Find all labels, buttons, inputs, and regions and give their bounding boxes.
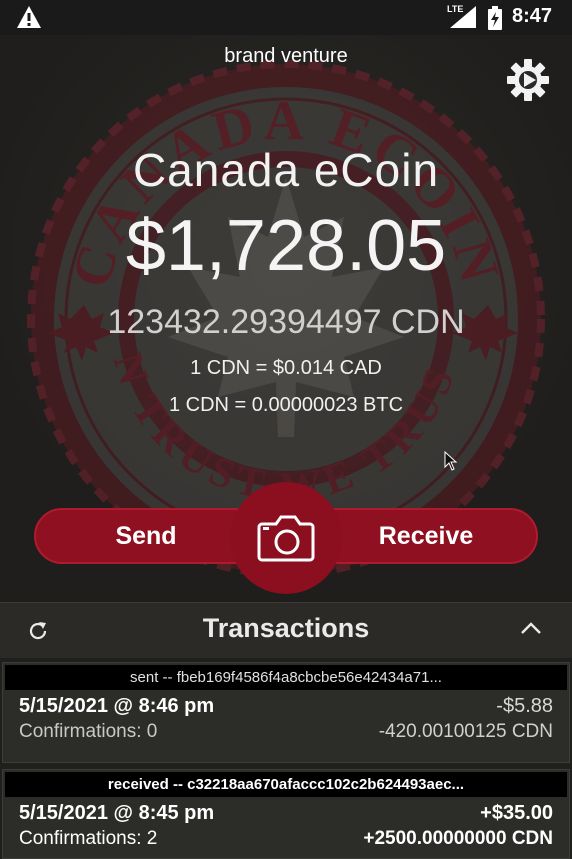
send-button[interactable]: Send: [76, 510, 216, 562]
transaction-coin-amount: -420.00100125 CDN: [378, 721, 553, 742]
transaction-hash: received -- c32218aa670afaccc102c2b62449…: [5, 772, 567, 797]
exchange-rate-btc: 1 CDN = 0.00000023 BTC: [168, 394, 404, 416]
fiat-balance: $1,728.05: [125, 206, 447, 286]
transaction-date: 5/15/2021 @ 8:46 pm: [19, 695, 215, 717]
transaction-fiat-amount: +$35.00: [480, 802, 553, 824]
transaction-confirmations: Confirmations: 2: [19, 828, 158, 849]
chevron-up-icon[interactable]: [520, 621, 542, 635]
transaction-fiat-amount: -$5.88: [496, 695, 553, 717]
wallet-name[interactable]: brand venture: [0, 45, 572, 68]
battery-charging-icon: [488, 6, 502, 30]
transaction-item[interactable]: received -- c32218aa670afaccc102c2b62449…: [2, 769, 570, 859]
camera-icon: [257, 515, 315, 562]
exchange-rate-cad: 1 CDN = $0.014 CAD: [190, 357, 382, 379]
settings-gear-icon[interactable]: [505, 57, 551, 103]
transactions-header: Transactions: [0, 602, 572, 658]
transaction-date: 5/15/2021 @ 8:45 pm: [19, 802, 215, 824]
transaction-coin-amount: +2500.00000000 CDN: [363, 828, 553, 849]
transaction-item[interactable]: sent -- fbeb169f4586f4a8cbcbe56e42434a71…: [2, 662, 570, 763]
clock: 8:47: [512, 5, 553, 27]
transaction-hash: sent -- fbeb169f4586f4a8cbcbe56e42434a71…: [5, 665, 567, 690]
coin-name: Canada eCoin: [132, 144, 440, 196]
status-bar: LTE 8:47: [0, 0, 572, 35]
transaction-confirmations: Confirmations: 0: [19, 721, 158, 742]
receive-button[interactable]: Receive: [356, 510, 496, 562]
transactions-title: Transactions: [202, 613, 370, 643]
signal-icon: [450, 6, 476, 28]
crypto-balance: 123432.29394497 CDN: [107, 303, 465, 341]
wallet-summary: CANADA ECOIN IN TRUST WE TRUST brand ven…: [0, 35, 572, 602]
scan-qr-button[interactable]: [230, 482, 342, 594]
warning-icon: [17, 6, 41, 28]
mouse-pointer-icon: [444, 451, 458, 471]
